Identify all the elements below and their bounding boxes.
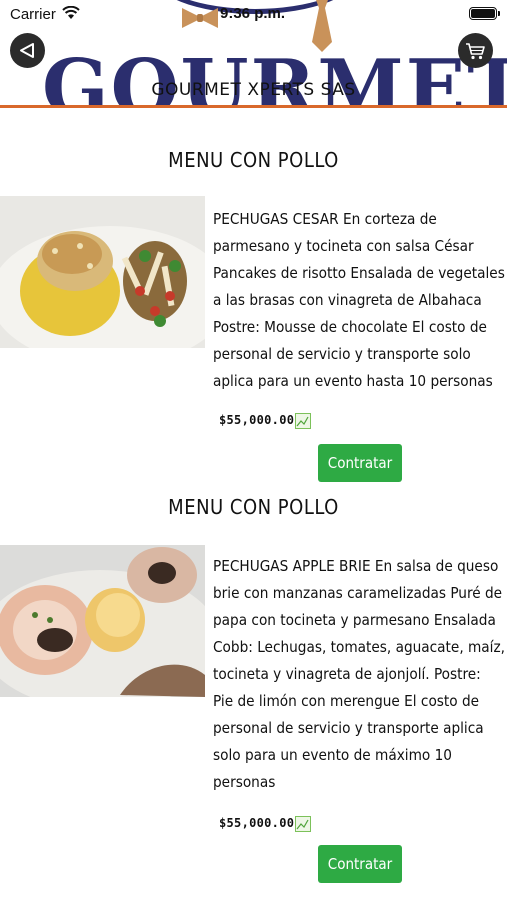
page-title: GOURMET XPERTS SAS (151, 80, 356, 100)
dish-description: PECHUGAS CESAR En corteza de parmesano y… (213, 210, 505, 390)
image-placeholder-icon (295, 413, 311, 429)
dish-photo[interactable] (0, 545, 205, 697)
back-button[interactable] (10, 33, 45, 68)
price-label: $55,000.00 (219, 413, 295, 427)
dish-photo[interactable] (0, 196, 205, 348)
back-triangle-icon (20, 43, 34, 58)
shopping-cart-icon (466, 43, 485, 60)
dish-description: PECHUGAS APPLE BRIE En salsa de queso br… (213, 557, 505, 791)
wifi-icon (62, 6, 80, 19)
contratar-button[interactable]: Contratar (318, 444, 402, 482)
contratar-button[interactable]: Contratar (318, 845, 402, 883)
status-bar: Carrier 9:36 p.m. (0, 0, 507, 28)
carrier-label: Carrier (10, 6, 56, 23)
header-divider (0, 105, 507, 108)
price-label: $55,000.00 (219, 816, 295, 830)
section-title: MENU CON POLLO (168, 148, 339, 172)
clock: 9:36 p.m. (220, 5, 286, 22)
battery-tip (498, 11, 500, 16)
image-placeholder-icon (295, 816, 311, 832)
cart-button[interactable] (458, 33, 493, 68)
battery-icon (469, 7, 497, 20)
section-title: MENU CON POLLO (168, 495, 339, 519)
